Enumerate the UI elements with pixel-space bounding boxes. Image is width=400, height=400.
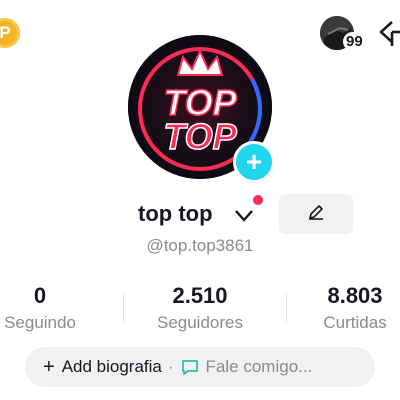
display-name: top top [138,201,213,226]
add-avatar-button[interactable]: + [233,141,275,183]
plus-icon[interactable]: + [43,356,55,379]
avatar-text-bottom: TOP [163,116,237,157]
coin-icon[interactable]: P [0,18,20,48]
bio-bar: + Add biografia · Fale comigo... [25,347,375,387]
chevron-down-icon[interactable] [233,207,255,225]
stat-divider [286,293,287,323]
pencil-icon [306,202,326,227]
share-icon[interactable] [378,18,400,48]
stat-divider [123,293,124,323]
stat-likes[interactable]: 8.803 Curtidas [305,283,400,333]
account-notification-dot [253,195,263,205]
stats-row: 0 Seguindo 2.510 Seguidores 8.803 Curtid… [0,283,400,339]
name-row: top top [0,194,400,234]
add-bio-button[interactable]: Add biografia [62,357,162,377]
chat-bubble-icon [180,357,200,377]
notification-count: 99 [343,32,366,51]
username: @top.top3861 [146,236,254,255]
message-me-button[interactable]: Fale comigo... [206,357,313,377]
bio-separator: · [167,357,174,376]
stat-followers[interactable]: 2.510 Seguidores [140,283,260,333]
stat-following[interactable]: 0 Seguindo [0,283,85,333]
notification-button[interactable]: 99 [318,14,366,54]
edit-profile-button[interactable] [279,194,353,234]
